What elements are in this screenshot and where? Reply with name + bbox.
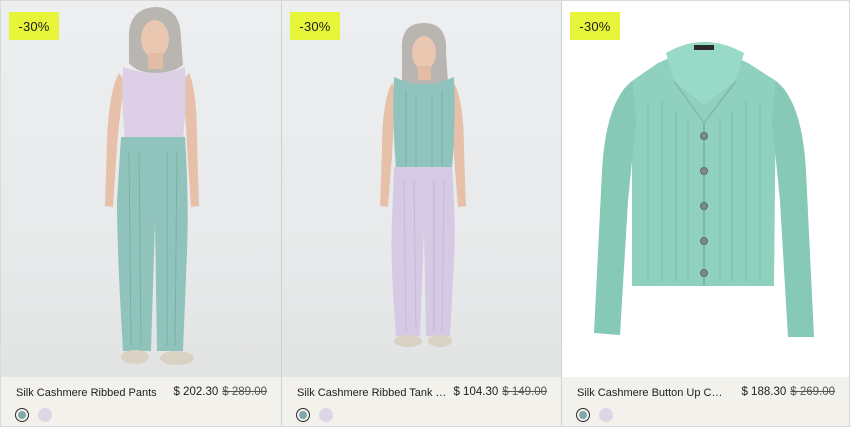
product-grid: -30% Silk Cashmere Ribbed Pants $ 202.30… — [0, 0, 850, 427]
product-card[interactable]: -30% Silk Cashmere Button Up Cardig... $… — [561, 1, 849, 426]
color-swatches — [15, 408, 52, 422]
product-image[interactable]: -30% — [1, 1, 281, 377]
color-swatches — [296, 408, 333, 422]
model-photo — [380, 23, 466, 347]
original-price: $ 289.00 — [222, 386, 267, 398]
color-swatches — [576, 408, 613, 422]
swatch-lilac[interactable] — [319, 408, 333, 422]
product-info: Silk Cashmere Ribbed Pants $ 202.30 $ 289… — [1, 377, 281, 426]
sale-price: $ 202.30 — [173, 386, 219, 398]
discount-badge: -30% — [570, 12, 620, 40]
product-image[interactable]: -30% — [282, 1, 561, 377]
discount-badge: -30% — [9, 12, 59, 40]
swatch-lilac[interactable] — [599, 408, 613, 422]
product-name[interactable]: Silk Cashmere Button Up Cardig... — [577, 387, 727, 399]
original-price: $ 269.00 — [790, 386, 835, 398]
swatch-teal[interactable] — [15, 408, 29, 422]
product-name[interactable]: Silk Cashmere Ribbed Pants — [16, 387, 157, 399]
sale-price: $ 104.30 — [453, 386, 499, 398]
model-photo — [105, 7, 199, 365]
cardigan-photo — [594, 42, 814, 337]
original-price: $ 149.00 — [502, 386, 547, 398]
price-group: $ 202.30 $ 289.00 — [173, 386, 267, 398]
sale-price: $ 188.30 — [741, 386, 787, 398]
product-info: Silk Cashmere Ribbed Tank Top $ 104.30 $ … — [282, 377, 561, 426]
swatch-lilac[interactable] — [38, 408, 52, 422]
product-name[interactable]: Silk Cashmere Ribbed Tank Top — [297, 387, 447, 399]
discount-badge: -30% — [290, 12, 340, 40]
product-card[interactable]: -30% Silk Cashmere Ribbed Tank Top $ 104… — [281, 1, 561, 426]
product-info: Silk Cashmere Button Up Cardig... $ 188.… — [562, 377, 849, 426]
swatch-teal[interactable] — [576, 408, 590, 422]
swatch-teal[interactable] — [296, 408, 310, 422]
price-group: $ 104.30 $ 149.00 — [453, 386, 547, 398]
product-card[interactable]: -30% Silk Cashmere Ribbed Pants $ 202.30… — [1, 1, 281, 426]
price-group: $ 188.30 $ 269.00 — [741, 386, 835, 398]
product-image[interactable]: -30% — [562, 1, 849, 377]
